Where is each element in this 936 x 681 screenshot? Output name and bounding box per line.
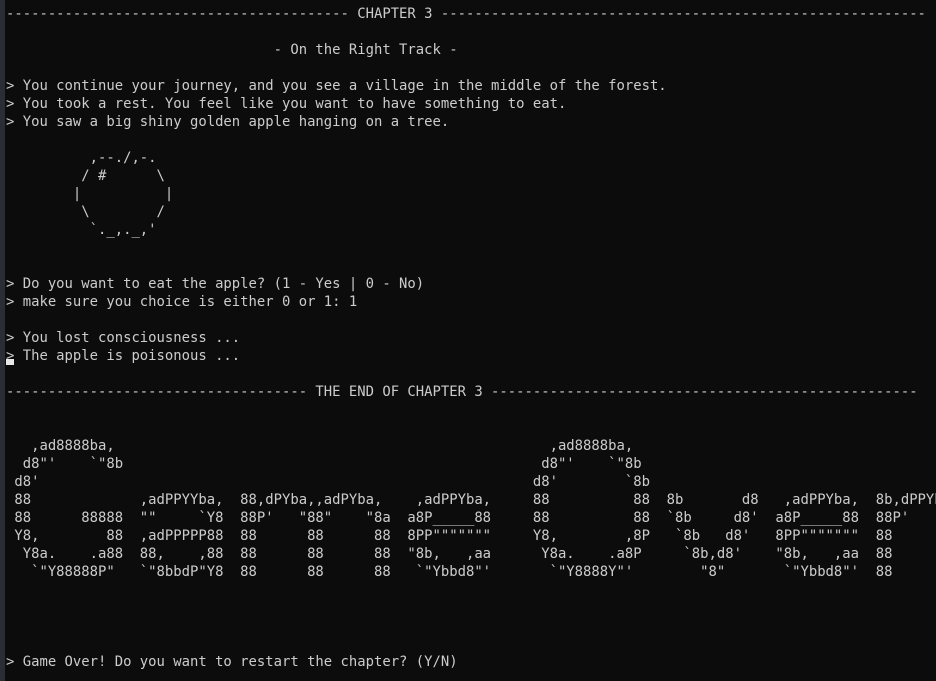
terminal-window[interactable]: ----------------------------------------…	[0, 0, 936, 681]
story-line: > You took a rest. You feel like you wan…	[6, 96, 567, 112]
outcome-line: > The apple is poisonous ...	[6, 348, 241, 364]
window-left-edge	[0, 0, 5, 681]
text-cursor	[6, 359, 14, 365]
apple-art-line: `._,._,'	[6, 222, 157, 238]
restart-prompt[interactable]: > Game Over! Do you want to restart the …	[6, 653, 458, 671]
gameover-art-line: Y8a. .a88 88, ,88 88 88 88 "8b, ,aa Y8a.…	[6, 546, 893, 562]
apple-art-line: | |	[6, 186, 174, 202]
gameover-art-line: 88 ,adPPYYba, 88,dPYba,,adPYba, ,adPPYba…	[6, 492, 936, 508]
apple-art-line: / # \	[6, 168, 165, 184]
story-line: > You saw a big shiny golden apple hangi…	[6, 114, 450, 130]
gameover-art-line: 88 88888 "" `Y8 88P' "88" "8a a8P_____88…	[6, 510, 936, 526]
gameover-art-line: d8"' `"8b d8"' `"8b	[6, 456, 642, 472]
prompt-question: > Do you want to eat the apple? (1 - Yes…	[6, 276, 425, 292]
prompt-input-line: > make sure you choice is either 0 or 1:…	[6, 294, 358, 310]
gameover-art-line: `"Y88888P" `"8bbdP"Y8 88 88 88 `"Ybbd8"'…	[6, 564, 893, 580]
gameover-art-line: ,ad8888ba, ,ad8888ba,	[6, 438, 634, 454]
end-banner: ------------------------------------ THE…	[6, 384, 918, 400]
gameover-art-line: d8' d8' `8b	[6, 474, 650, 490]
apple-art-line: ,--./,-.	[6, 150, 157, 166]
outcome-line: > You lost consciousness ...	[6, 330, 241, 346]
apple-art-line: \ /	[6, 204, 165, 220]
gameover-art-line: Y8, 88 ,adPPPPP88 88 88 88 8PP""""""" Y8…	[6, 528, 893, 544]
chapter-header: ----------------------------------------…	[6, 6, 926, 22]
story-line: > You continue your journey, and you see…	[6, 78, 667, 94]
chapter-subtitle: - On the Right Track -	[6, 42, 458, 58]
